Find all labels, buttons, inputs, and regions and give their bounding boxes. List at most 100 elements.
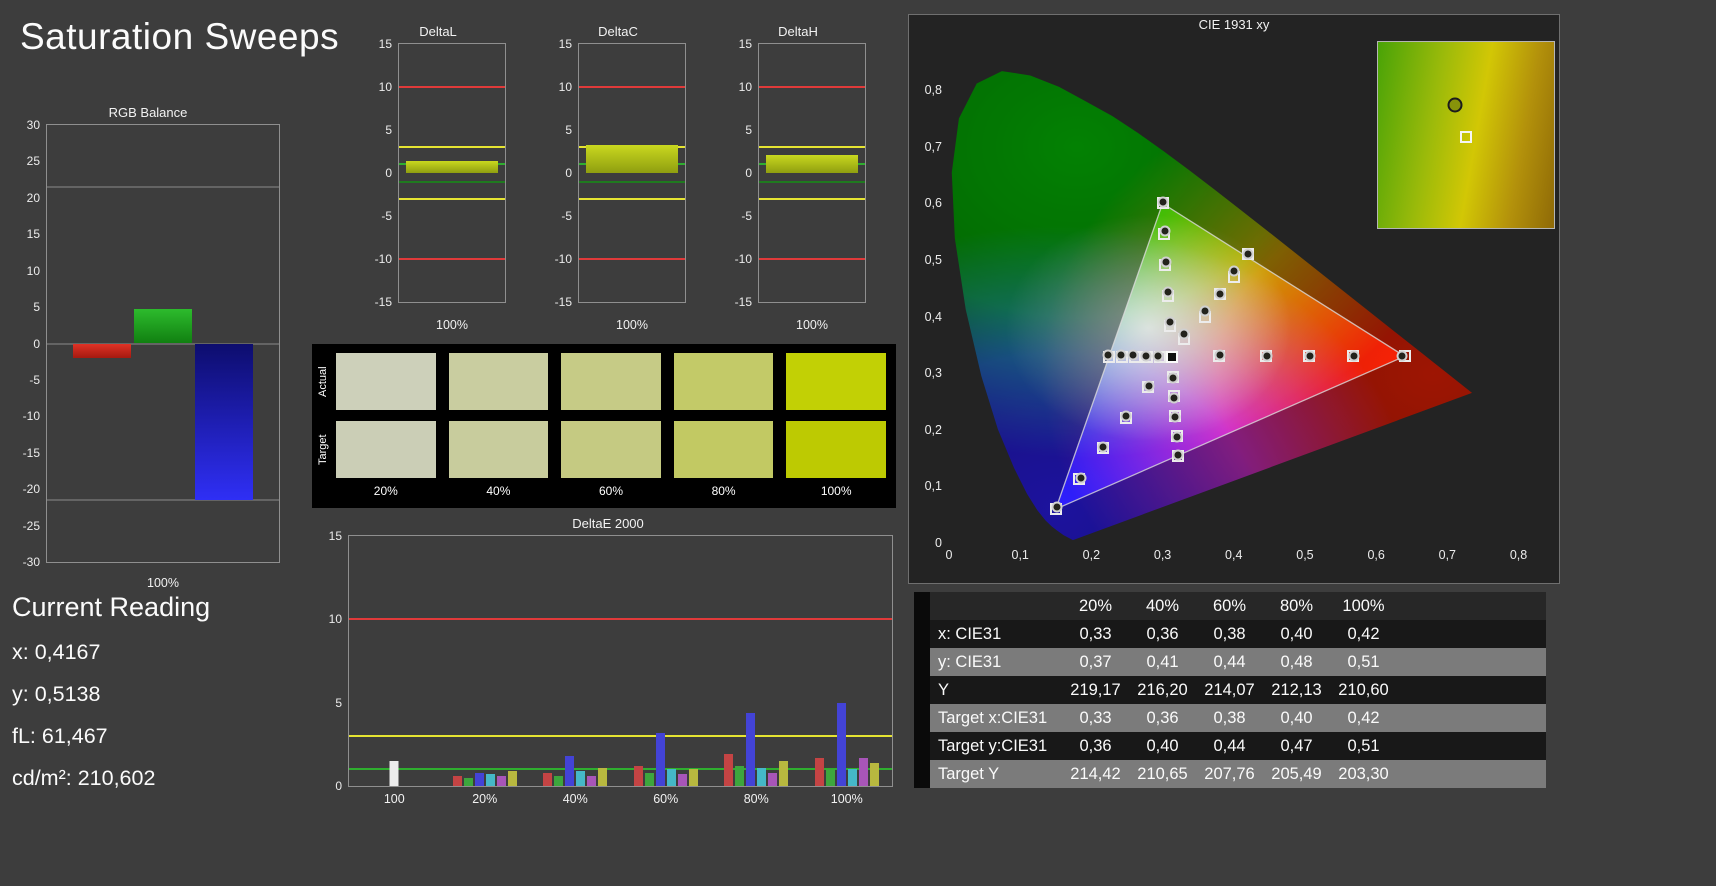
- swatch-column-label: 80%: [711, 484, 736, 498]
- results-table: 20% 40% 60% 80% 100% x: CIE31 0,33 0,36 0,38 0,40…: [914, 592, 1546, 788]
- swatch: [786, 421, 886, 478]
- deltae-bar: [452, 776, 462, 786]
- swatch: [561, 421, 661, 478]
- deltae-bar: [814, 757, 824, 786]
- measured-point: [1157, 196, 1169, 208]
- measured-point: [1115, 349, 1127, 361]
- cie-x-tick: 0,1: [1011, 548, 1029, 562]
- delta-c-xlabel: 100%: [616, 318, 648, 332]
- deltae-group: [543, 536, 608, 786]
- swatch: [786, 353, 886, 410]
- deltae-bar: [543, 772, 553, 786]
- rgb-balance-xlabel: 100%: [147, 576, 179, 590]
- measured-point: [1162, 286, 1174, 298]
- table-header: 40%: [1129, 592, 1196, 620]
- rgb-balance-title: RGB Balance: [108, 105, 188, 120]
- table-filler: [1397, 620, 1546, 648]
- delta-h-plot: 15 10 5 0 -5 -10 -15: [735, 37, 866, 309]
- reference-line: [759, 86, 865, 88]
- deltae-group: [389, 536, 399, 786]
- y-tick-label: 5: [335, 695, 342, 710]
- cie-x-tick: 0: [945, 548, 953, 562]
- deltae-bar: [869, 762, 879, 786]
- cie-y-tick: 0,3: [924, 366, 942, 381]
- table-cell: 0,36: [1129, 704, 1196, 732]
- inset-measured-point: [1447, 97, 1463, 113]
- measured-point: [1214, 288, 1226, 300]
- table-header-filler: [1397, 592, 1546, 620]
- delta-bar: [406, 160, 498, 173]
- white-point: [1165, 350, 1178, 363]
- delta-bar: [586, 144, 678, 173]
- y-tick-label: 0: [745, 166, 752, 180]
- deltae-group-label: 40%: [562, 792, 588, 806]
- current-reading-items: x: 0,4167 y: 0,5138 fL: 61,467 cd/m²: 210,6…: [12, 640, 210, 791]
- delta-l-chart: DeltaL 15 10 5 0 -5 -10 -15 100%: [366, 22, 510, 332]
- cie-title: CIE 1931 xy: [1198, 17, 1270, 32]
- y-tick-label: 5: [565, 123, 572, 137]
- table-cell: 0,42: [1330, 620, 1397, 648]
- measured-point: [1228, 265, 1240, 277]
- table-cell: 0,36: [1062, 732, 1129, 760]
- table-cell: 205,49: [1263, 760, 1330, 788]
- y-tick-label: 0: [33, 336, 40, 351]
- y-tick-label: 5: [745, 123, 752, 137]
- cie-y-tick: 0,6: [924, 196, 942, 211]
- measured-point: [1242, 248, 1254, 260]
- cie-inset-zoom: [1377, 41, 1555, 229]
- y-tick-label: -10: [374, 252, 392, 266]
- y-tick-label: 15: [738, 37, 752, 51]
- cie-x-tick: 0,8: [1509, 548, 1528, 562]
- measured-point: [1178, 328, 1190, 340]
- table-strip: [914, 676, 930, 704]
- rgb-bar-green: [134, 308, 192, 344]
- reference-line: [349, 618, 892, 621]
- deltae-bar: [677, 774, 687, 786]
- cie-1931-panel: CIE 1931 xy 0 0 0,1 0,1 0,2 0,2 0,3 0,3 …: [908, 14, 1560, 584]
- deltae-bar: [746, 712, 756, 786]
- swatch-row-label-target: Target: [317, 434, 329, 465]
- table-cell: 203,30: [1330, 760, 1397, 788]
- deltae-bar: [724, 754, 734, 786]
- reference-line: [759, 180, 865, 183]
- deltae-bar: [554, 776, 564, 786]
- deltae-bar: [496, 776, 506, 786]
- table-corner: [914, 592, 930, 620]
- measured-point: [1143, 380, 1155, 392]
- cie-y-tick: 0: [935, 536, 942, 550]
- table-cell: 214,42: [1062, 760, 1129, 788]
- swatch: [448, 353, 549, 410]
- current-reading-value: fL: 61,467: [12, 724, 108, 748]
- deltae-bar: [576, 771, 586, 786]
- y-tick-label: 20: [26, 190, 40, 205]
- current-reading-value: cd/m²: 210,602: [12, 766, 156, 790]
- reference-line: [349, 735, 892, 737]
- deltae-group: [452, 536, 517, 786]
- measured-point: [1140, 350, 1152, 362]
- deltae-bar: [858, 757, 868, 786]
- delta-h-chart: DeltaH 15 10 5 0 -5 -10 -15 100%: [726, 22, 870, 332]
- table-cell: 214,07: [1196, 676, 1263, 704]
- cie-y-tick: 0,8: [924, 83, 942, 98]
- cie-x-tick: 0,5: [1296, 548, 1314, 562]
- table-cell: 0,44: [1196, 648, 1263, 676]
- measured-point: [1152, 350, 1164, 362]
- y-tick-label: 5: [385, 123, 392, 137]
- measured-point: [1261, 350, 1272, 362]
- delta-l-plot: 15 10 5 0 -5 -10 -15: [375, 37, 506, 309]
- deltae-group-label: 100%: [830, 792, 863, 806]
- y-tick-label: 15: [378, 37, 392, 51]
- table-cell: 216,20: [1129, 676, 1196, 704]
- current-reading-value: y: 0,5138: [12, 682, 101, 706]
- table-filler: [1397, 760, 1546, 788]
- y-tick-label: 10: [378, 80, 392, 94]
- y-tick-label: -5: [561, 209, 572, 223]
- swatch: [673, 421, 774, 478]
- deltae-bar: [474, 772, 484, 786]
- deltae-bar: [485, 774, 495, 786]
- y-tick-label: -5: [741, 209, 752, 223]
- y-tick-label: -15: [734, 295, 752, 309]
- swatch-row-actual: [336, 353, 886, 410]
- delta-e-2000-title: DeltaE 2000: [572, 516, 644, 531]
- table-cell: 0,36: [1129, 620, 1196, 648]
